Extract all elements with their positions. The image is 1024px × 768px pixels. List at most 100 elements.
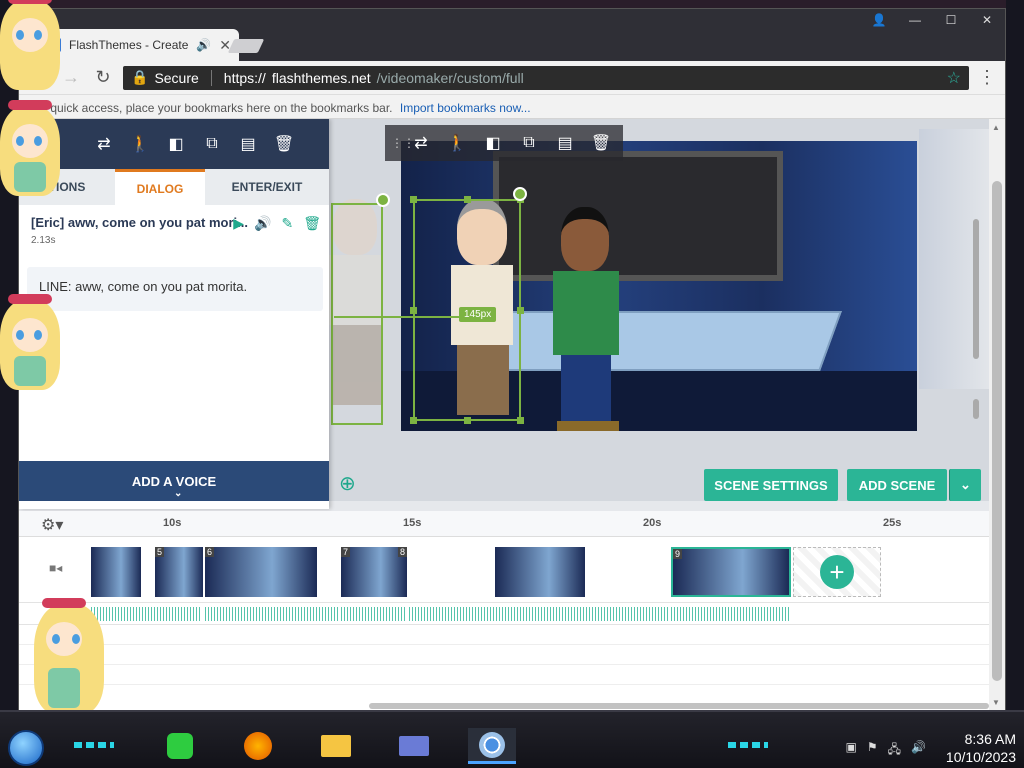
resize-handle-bl[interactable]	[410, 417, 417, 424]
resize-handle-b[interactable]	[464, 417, 471, 424]
tab-title: FlashThemes - Create	[69, 38, 189, 52]
resize-handle-br[interactable]	[517, 417, 524, 424]
minimize-icon[interactable]: —	[897, 9, 933, 31]
new-tab-button[interactable]	[227, 39, 265, 53]
zoom-in-icon[interactable]: ⊕	[339, 471, 356, 496]
taskbar: ▣ ⚑ 🖧 🔊 8:36 AM 10/10/2023	[0, 710, 1024, 768]
tab-bar: FlashThemes - Create 🔊 ✕ 👤 — ☐ ✕	[19, 9, 1005, 61]
tab-dialog[interactable]: DIALOG	[115, 169, 205, 205]
scene-clip[interactable]: 6	[205, 547, 317, 597]
scene-clip[interactable]: 78	[341, 547, 407, 597]
bookmarks-bar: For quick access, place your bookmarks h…	[19, 95, 1005, 119]
stage-scroll-strip-bottom	[973, 399, 979, 419]
audio-waveform[interactable]	[671, 607, 791, 621]
panel-copy-icon[interactable]: ⧉	[197, 129, 227, 159]
close-window-icon[interactable]: ✕	[969, 9, 1005, 31]
audio-waveform[interactable]	[205, 607, 339, 621]
action-center-flag-icon[interactable]: ⚑	[867, 740, 878, 761]
volume-tray-icon[interactable]: 🔊	[911, 740, 926, 761]
dialog-line-duration: 2.13s	[31, 235, 56, 246]
bookmark-star-icon[interactable]: ☆	[947, 68, 961, 88]
control-panel-icon[interactable]	[390, 728, 438, 764]
action-walk-icon[interactable]: 🚶	[441, 129, 473, 157]
copy-icon[interactable]: ⧉	[513, 129, 545, 157]
ghost-rotate-handle-icon[interactable]	[376, 193, 390, 207]
audio-waveform[interactable]	[409, 607, 669, 621]
taskbar-clock[interactable]: 8:36 AM 10/10/2023	[946, 730, 1016, 766]
audio-waveform[interactable]	[341, 607, 405, 621]
add-voice-button[interactable]: ADD A VOICE ⌄	[19, 461, 329, 501]
panel-flip-icon[interactable]: ◧	[161, 129, 191, 159]
character-second[interactable]	[547, 207, 627, 433]
studio-screen	[493, 151, 783, 281]
address-separator	[210, 69, 212, 86]
scene-clip[interactable]	[91, 547, 141, 597]
firefox-icon[interactable]	[234, 728, 282, 764]
browser-tab[interactable]: FlashThemes - Create 🔊 ✕	[39, 29, 239, 61]
scene-clip[interactable]	[495, 547, 585, 597]
timeline-settings-gear-icon[interactable]: ⚙▾	[41, 515, 63, 535]
timeline: ⚙▾ 10s 15s 20s 25s ■◂ 5 6 78 9 +	[19, 511, 991, 711]
forward-arrow-icon[interactable]: →	[59, 66, 83, 90]
tray-app-icon[interactable]: ▣	[846, 740, 857, 761]
resize-handle-l[interactable]	[410, 307, 417, 314]
stage-scroll-strip	[973, 219, 979, 359]
clip-number: 6	[205, 547, 215, 557]
resize-handle-tl[interactable]	[410, 196, 417, 203]
dialog-line-box[interactable]: LINE: aww, come on you pat morita.	[27, 267, 323, 311]
reload-icon[interactable]: ↻	[91, 66, 115, 90]
notes-app-icon[interactable]	[156, 728, 204, 764]
second-jacket	[553, 271, 619, 355]
scroll-down-icon[interactable]: ▼	[992, 698, 1000, 707]
scene-clip-selected[interactable]: 9	[671, 547, 791, 597]
star-sticker-decoration	[34, 598, 104, 714]
delete-icon[interactable]: 🗑	[585, 129, 617, 157]
speaker-icon[interactable]: 🔊	[196, 38, 211, 52]
timeline-ruler[interactable]: ⚙▾ 10s 15s 20s 25s	[19, 511, 991, 537]
timeline-scrollbar[interactable]	[369, 703, 989, 709]
resize-handle-t[interactable]	[464, 196, 471, 203]
add-scene-dropdown-icon[interactable]: ⌄	[949, 469, 981, 501]
audio-waveform[interactable]	[91, 607, 201, 621]
network-icon[interactable]: 🖧	[888, 740, 901, 761]
scene-settings-button[interactable]: SCENE SETTINGS	[704, 469, 838, 501]
trash-icon[interactable]: 🗑	[303, 215, 321, 232]
start-orb-icon[interactable]	[8, 730, 44, 766]
import-bookmarks-link[interactable]: Import bookmarks now...	[400, 101, 531, 115]
secure-label: Secure	[154, 69, 199, 86]
lock-icon: 🔒	[131, 69, 149, 85]
add-scene-slot[interactable]: +	[793, 547, 881, 597]
scroll-up-icon[interactable]: ▲	[992, 123, 1000, 132]
file-explorer-icon[interactable]	[312, 728, 360, 764]
panel-walk-icon[interactable]: 🚶	[125, 129, 155, 159]
volume-icon[interactable]: 🔊	[254, 215, 271, 232]
user-menu-icon[interactable]: 👤	[861, 9, 897, 31]
bookmarks-hint: For quick access, place your bookmarks h…	[29, 101, 393, 115]
add-scene-button[interactable]: ADD SCENE	[847, 469, 947, 501]
tab-enter-exit[interactable]: ENTER/EXIT	[205, 169, 329, 205]
edit-pencil-icon[interactable]: ✎	[281, 215, 293, 232]
chrome-taskbar-icon[interactable]	[468, 728, 516, 764]
taskbar-decoration	[728, 742, 768, 748]
audio-track	[19, 603, 991, 625]
star-sticker-decoration	[0, 100, 60, 196]
panel-swap-icon[interactable]: ⇄	[89, 129, 119, 159]
resize-handle-r[interactable]	[517, 307, 524, 314]
scrollbar-thumb[interactable]	[992, 181, 1002, 681]
rotate-handle-icon[interactable]	[513, 187, 527, 201]
address-bar[interactable]: 🔒 Secure https:// flashthemes.net /video…	[123, 65, 969, 90]
chrome-menu-icon[interactable]: ⋮	[977, 67, 997, 88]
play-icon[interactable]: ▶	[233, 215, 244, 232]
page-scrollbar[interactable]: ▲ ▼	[989, 119, 1005, 711]
maximize-icon[interactable]: ☐	[933, 9, 969, 31]
scene-clip[interactable]: 5	[155, 547, 203, 597]
second-shoes	[557, 421, 619, 431]
panel-delete-icon[interactable]: 🗑	[269, 129, 299, 159]
flip-icon[interactable]: ◧	[477, 129, 509, 157]
taskbar-decoration	[74, 742, 114, 748]
panel-paste-icon[interactable]: ▤	[233, 129, 263, 159]
drag-grip-icon[interactable]: ⋮⋮	[391, 136, 415, 150]
paste-icon[interactable]: ▤	[549, 129, 581, 157]
swap-character-icon[interactable]: ⇄	[405, 129, 437, 157]
motion-path-arrow	[334, 316, 459, 318]
